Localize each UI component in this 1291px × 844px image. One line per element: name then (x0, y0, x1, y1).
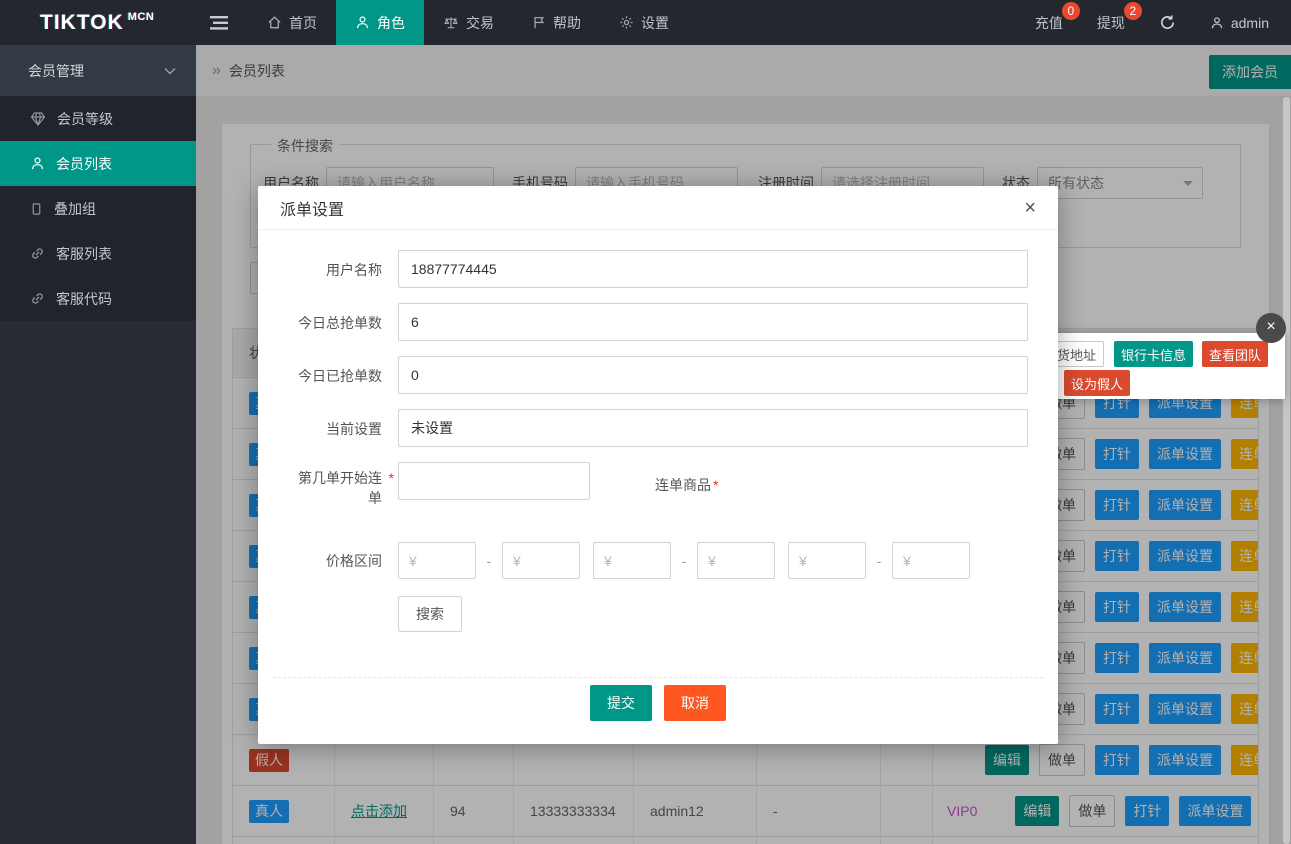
sidebar-item-label: 客服代码 (56, 289, 112, 309)
price-max-2-input[interactable] (697, 542, 775, 579)
modal-title: 派单设置 (280, 196, 344, 220)
total-orders-label: 今日总抢单数 (258, 303, 390, 341)
sidebar-item-label: 客服列表 (56, 244, 112, 264)
user-menu[interactable]: admin (1210, 15, 1269, 31)
link-icon (30, 246, 45, 261)
sidebar: 会员管理 会员等级 会员列表 叠加组 客服列表 客服代码 (0, 45, 196, 844)
nav-item-home[interactable]: 首页 (248, 0, 336, 45)
nav-item-role[interactable]: 角色 (336, 0, 424, 45)
sidebar-item-service-code[interactable]: 客服代码 (0, 276, 196, 321)
price-max-1-input[interactable] (502, 542, 580, 579)
range-dash: - (671, 553, 697, 569)
price-min-1-input[interactable] (398, 542, 476, 579)
user-icon (30, 156, 45, 171)
user-icon (355, 15, 370, 30)
nav-item-label: 设置 (641, 13, 669, 33)
user-name-input[interactable] (398, 250, 1028, 288)
popover-close-icon[interactable]: × (1256, 313, 1286, 343)
taken-orders-input[interactable] (398, 356, 1028, 394)
modal-header: 派单设置 × (258, 186, 1058, 230)
sidebar-group-member-management[interactable]: 会员管理 (0, 45, 196, 96)
total-orders-input[interactable] (398, 303, 1028, 341)
component-icon (30, 202, 43, 216)
modal-search-button[interactable]: 搜索 (398, 596, 462, 632)
current-setting-label: 当前设置 (258, 409, 390, 447)
sidebar-group-label: 会员管理 (28, 61, 84, 81)
flag-icon (532, 15, 546, 30)
nav-item-label: 帮助 (553, 13, 581, 33)
set-fake-user-button[interactable]: 设为假人 (1064, 370, 1130, 396)
sidebar-item-member-list[interactable]: 会员列表 (0, 141, 196, 186)
nav-item-label: 首页 (289, 13, 317, 33)
required-asterisk: * (713, 477, 718, 493)
sidebar-item-label: 叠加组 (54, 199, 96, 219)
nav-item-label: 角色 (377, 13, 405, 33)
dispatch-settings-modal: 派单设置 × 用户名称 今日总抢单数 今日已抢单数 当前设置 第几单开始连单* … (258, 186, 1058, 744)
sidebar-item-service-list[interactable]: 客服列表 (0, 231, 196, 276)
view-team-button[interactable]: 查看团队 (1202, 341, 1268, 367)
taken-orders-label: 今日已抢单数 (258, 356, 390, 394)
nav-item-help[interactable]: 帮助 (513, 0, 600, 45)
navbar-right: 充值 0 提现 2 admin (1035, 0, 1291, 45)
logo-text: TIKTOK (40, 11, 124, 35)
cancel-button[interactable]: 取消 (664, 685, 726, 721)
modal-body: 用户名称 今日总抢单数 今日已抢单数 当前设置 第几单开始连单* 连单商品* 价… (258, 230, 1058, 632)
app-logo: TIKTOK MCN (0, 0, 196, 45)
withdraw-badge: 2 (1124, 2, 1142, 20)
sidebar-item-label: 会员等级 (57, 109, 113, 129)
top-navbar: TIKTOK MCN 首页 角色 交易 (0, 0, 1291, 45)
sidebar-collapse-button[interactable] (196, 0, 242, 45)
gear-icon (619, 15, 634, 30)
chain-product-label: 连单商品* (655, 462, 718, 508)
user-avatar-icon (1210, 16, 1224, 30)
nav-item-label: 交易 (466, 13, 494, 33)
modal-close-icon[interactable]: × (1024, 198, 1036, 218)
nav-item-trade[interactable]: 交易 (424, 0, 513, 45)
username-text: admin (1231, 15, 1269, 31)
hamburger-icon (210, 16, 228, 30)
home-icon (267, 15, 282, 30)
scrollbar[interactable] (1283, 97, 1290, 844)
chain-start-label: 第几单开始连单* (258, 462, 390, 508)
sidebar-item-stack-group[interactable]: 叠加组 (0, 186, 196, 231)
logo-badge: MCN (128, 11, 155, 23)
scales-icon (443, 15, 459, 30)
bank-card-info-button[interactable]: 银行卡信息 (1114, 341, 1193, 367)
diamond-icon (30, 112, 46, 126)
range-dash: - (476, 553, 502, 569)
required-asterisk: * (389, 468, 394, 488)
price-range-label: 价格区间 (258, 551, 390, 571)
withdraw-label: 提现 (1097, 15, 1125, 31)
price-min-3-input[interactable] (788, 542, 866, 579)
current-setting-input[interactable] (398, 409, 1028, 447)
sidebar-item-member-level[interactable]: 会员等级 (0, 96, 196, 141)
price-min-2-input[interactable] (593, 542, 671, 579)
main-menu: 首页 角色 交易 帮助 设置 (248, 0, 688, 45)
user-name-label: 用户名称 (258, 250, 390, 288)
recharge-link[interactable]: 充值 0 (1035, 13, 1063, 33)
link-icon (30, 291, 45, 306)
chevron-down-icon (164, 67, 176, 75)
sidebar-item-label: 会员列表 (56, 154, 112, 174)
refresh-button[interactable] (1159, 14, 1176, 31)
row-actions-popover: 收货地址 银行卡信息 查看团队 设为假人 (1028, 333, 1285, 399)
withdraw-link[interactable]: 提现 2 (1097, 13, 1125, 33)
submit-button[interactable]: 提交 (590, 685, 652, 721)
refresh-icon (1159, 14, 1176, 31)
recharge-badge: 0 (1062, 2, 1080, 20)
chain-start-input[interactable] (398, 462, 590, 500)
nav-item-settings[interactable]: 设置 (600, 0, 688, 45)
recharge-label: 充值 (1035, 15, 1063, 31)
modal-footer: 提交 取消 (273, 677, 1043, 744)
price-max-3-input[interactable] (892, 542, 970, 579)
range-dash: - (866, 553, 892, 569)
